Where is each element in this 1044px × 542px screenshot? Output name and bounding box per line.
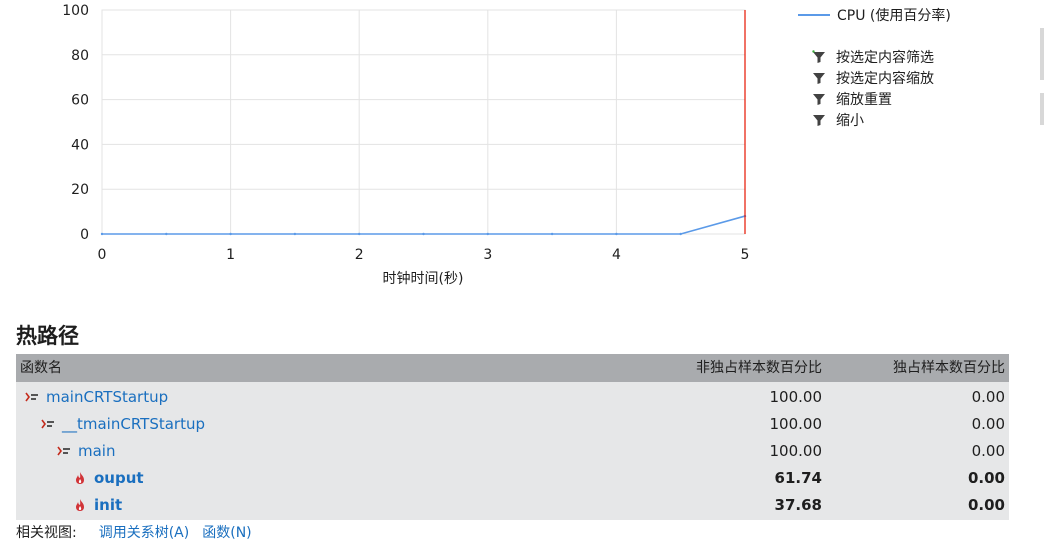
function-name-link[interactable]: ouput bbox=[94, 469, 144, 487]
function-name-link[interactable]: main bbox=[78, 442, 115, 460]
column-header-inclusive[interactable]: 非独占样本数百分比 bbox=[616, 354, 822, 382]
chart-actions-menu: 按选定内容筛选 按选定内容缩放 缩放重置 缩小 bbox=[810, 46, 934, 130]
zoom-reset-button[interactable]: 缩放重置 bbox=[810, 88, 934, 109]
data-point bbox=[550, 232, 554, 236]
filter-icon bbox=[810, 113, 828, 127]
data-point bbox=[615, 232, 618, 236]
data-point bbox=[165, 232, 168, 236]
function-name-cell: main bbox=[16, 442, 616, 460]
y-tick-label: 100 bbox=[62, 3, 89, 19]
column-header-function-name[interactable]: 函数名 bbox=[16, 354, 616, 382]
zoom-reset-label: 缩放重置 bbox=[836, 91, 892, 108]
hot-flame-icon bbox=[72, 471, 88, 485]
x-tick-label: 3 bbox=[483, 247, 492, 263]
function-name-link[interactable]: mainCRTStartup bbox=[46, 388, 168, 406]
function-name-link[interactable]: init bbox=[94, 496, 122, 514]
filter-by-selection-label: 按选定内容筛选 bbox=[836, 49, 934, 66]
y-tick-label: 80 bbox=[71, 48, 89, 64]
data-point bbox=[422, 232, 425, 236]
hotpath-title: 热路径 bbox=[16, 324, 79, 348]
y-tick-label: 0 bbox=[80, 227, 89, 243]
table-body: mainCRTStartup 100.00 0.00 __tmainCRTStartu… bbox=[16, 382, 1009, 520]
filter-by-selection-button[interactable]: 按选定内容筛选 bbox=[810, 46, 934, 67]
functions-link[interactable]: 函数(N) bbox=[202, 522, 251, 542]
scrollbar-thumb[interactable] bbox=[1040, 93, 1044, 125]
call-path-icon bbox=[24, 390, 40, 404]
table-row[interactable]: main 100.00 0.00 bbox=[16, 438, 1009, 465]
call-tree-link[interactable]: 调用关系树(A) bbox=[99, 522, 190, 542]
data-point bbox=[229, 232, 232, 236]
plot-border bbox=[101, 9, 746, 235]
filter-icon bbox=[810, 49, 828, 64]
data-point bbox=[293, 232, 297, 236]
function-name-cell: __tmainCRTStartup bbox=[16, 415, 616, 433]
y-tick-label: 20 bbox=[71, 182, 89, 198]
function-name-link[interactable]: __tmainCRTStartup bbox=[62, 415, 205, 433]
x-tick-label: 1 bbox=[226, 247, 235, 263]
table-header: 函数名 非独占样本数百分比 独占样本数百分比 bbox=[16, 354, 1009, 382]
x-tick-label: 2 bbox=[355, 247, 364, 263]
zoom-to-selection-label: 按选定内容缩放 bbox=[836, 70, 934, 87]
exclusive-cell: 0.00 bbox=[971, 441, 1005, 460]
table-row[interactable]: ouput 61.74 0.00 bbox=[16, 464, 1009, 491]
function-name-cell: init bbox=[16, 496, 616, 514]
exclusive-cell: 0.00 bbox=[971, 388, 1005, 407]
function-name-cell: mainCRTStartup bbox=[16, 388, 616, 406]
scrollbar-thumb[interactable] bbox=[1040, 28, 1044, 80]
x-tick-label: 4 bbox=[612, 247, 621, 263]
chart-legend: CPU (使用百分率) bbox=[798, 5, 951, 25]
zoom-out-button[interactable]: 缩小 bbox=[810, 109, 934, 130]
column-header-exclusive[interactable]: 独占样本数百分比 bbox=[822, 354, 1009, 382]
chart-grid bbox=[101, 9, 746, 235]
data-point bbox=[679, 232, 682, 236]
chart-series bbox=[100, 10, 747, 236]
related-views: 相关视图: 调用关系树(A) 函数(N) bbox=[16, 522, 265, 542]
x-tick-labels: 0 1 2 3 4 5 bbox=[98, 247, 750, 263]
data-point bbox=[100, 232, 104, 236]
series-line-cpu bbox=[102, 215, 746, 235]
related-views-label: 相关视图: bbox=[16, 525, 77, 541]
x-axis-label: 时钟时间(秒) bbox=[383, 270, 464, 287]
table-row[interactable]: __tmainCRTStartup 100.00 0.00 bbox=[16, 411, 1009, 438]
cpu-usage-chart: 0 20 40 60 80 100 0 1 2 3 4 5 时钟时间(秒) bbox=[62, 3, 750, 287]
filter-icon bbox=[810, 92, 828, 106]
exclusive-cell: 0.00 bbox=[971, 415, 1005, 434]
data-point bbox=[486, 232, 489, 236]
filter-icon bbox=[810, 71, 828, 85]
y-tick-labels: 0 20 40 60 80 100 bbox=[62, 3, 89, 243]
function-name-cell: ouput bbox=[16, 469, 616, 487]
y-tick-label: 60 bbox=[71, 93, 89, 109]
inclusive-cell: 100.00 bbox=[769, 415, 823, 434]
y-tick-label: 40 bbox=[71, 137, 89, 153]
legend-item-cpu[interactable]: CPU (使用百分率) bbox=[798, 5, 951, 25]
zoom-to-selection-button[interactable]: 按选定内容缩放 bbox=[810, 67, 934, 88]
call-path-icon bbox=[40, 417, 56, 431]
x-tick-label: 0 bbox=[98, 247, 107, 263]
legend-label-cpu: CPU (使用百分率) bbox=[837, 8, 951, 24]
inclusive-cell: 100.00 bbox=[769, 441, 823, 460]
table-row[interactable]: init 37.68 0.00 bbox=[16, 491, 1009, 518]
call-path-icon bbox=[56, 444, 72, 458]
inclusive-cell: 100.00 bbox=[769, 388, 823, 407]
exclusive-cell: 0.00 bbox=[967, 495, 1005, 514]
data-point bbox=[358, 232, 361, 236]
hotpath-table: 函数名 非独占样本数百分比 独占样本数百分比 mainCRTStartup 100… bbox=[16, 354, 1009, 520]
legend-swatch-cpu bbox=[798, 14, 830, 16]
exclusive-cell: 0.00 bbox=[967, 468, 1005, 487]
inclusive-cell: 61.74 bbox=[774, 468, 822, 487]
x-tick-label: 5 bbox=[741, 247, 750, 263]
inclusive-cell: 37.68 bbox=[774, 495, 822, 514]
hot-flame-icon bbox=[72, 498, 88, 512]
table-row[interactable]: mainCRTStartup 100.00 0.00 bbox=[16, 384, 1009, 411]
zoom-out-label: 缩小 bbox=[836, 112, 864, 129]
